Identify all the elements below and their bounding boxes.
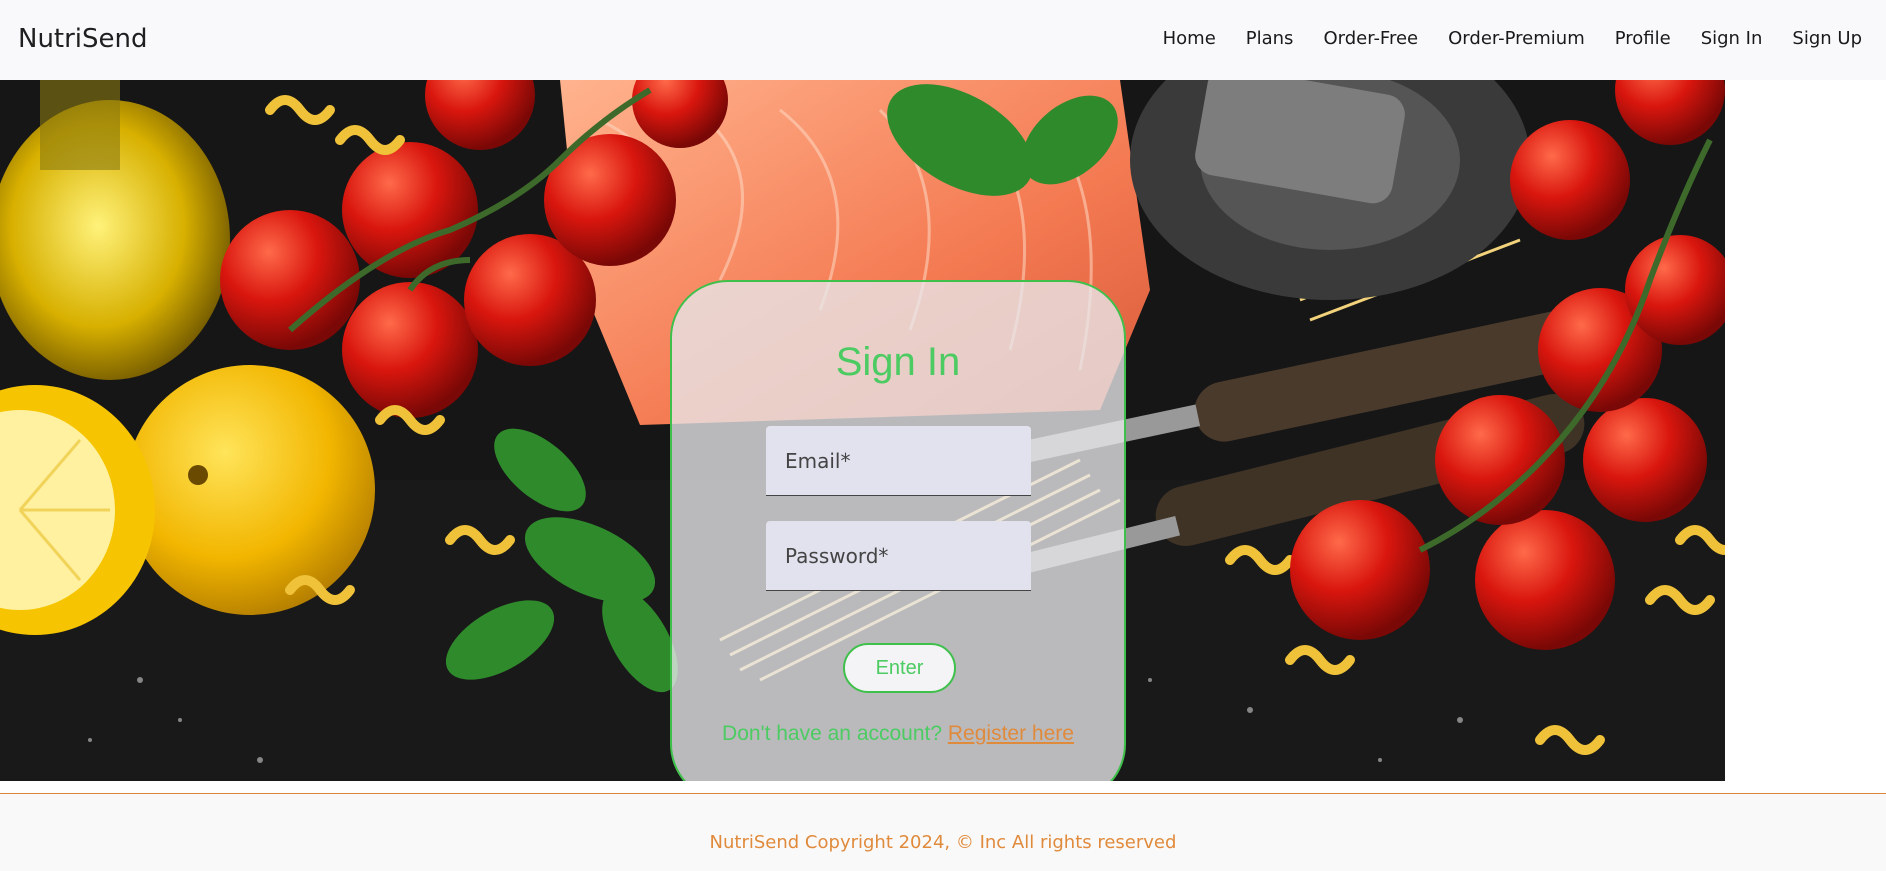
sign-in-title: Sign In: [835, 340, 961, 384]
sign-in-card: Sign In Enter Don't have an account? Reg…: [670, 280, 1126, 781]
nav-sign-in[interactable]: Sign In: [1701, 28, 1763, 49]
email-input[interactable]: [766, 426, 1031, 495]
register-link[interactable]: Register here: [948, 722, 1074, 745]
nav-sign-up[interactable]: Sign Up: [1792, 28, 1862, 49]
hero-food-image: Sign In Enter Don't have an account? Reg…: [0, 80, 1725, 781]
brand-logo[interactable]: NutriSend: [18, 24, 148, 54]
nav-profile[interactable]: Profile: [1615, 28, 1671, 49]
footer-copyright: NutriSend Copyright 2024, © Inc All righ…: [709, 832, 1177, 853]
main-nav: Home Plans Order-Free Order-Premium Prof…: [1163, 28, 1862, 49]
nav-order-premium[interactable]: Order-Premium: [1448, 28, 1585, 49]
nav-plans[interactable]: Plans: [1246, 28, 1294, 49]
nav-home[interactable]: Home: [1163, 28, 1216, 49]
footer: NutriSend Copyright 2024, © Inc All righ…: [0, 793, 1886, 871]
email-field-wrapper: [766, 426, 1031, 496]
enter-button[interactable]: Enter: [843, 643, 956, 693]
password-input[interactable]: [766, 521, 1031, 590]
register-prompt: Don't have an account? Register here: [672, 722, 1124, 746]
top-navbar: NutriSend Home Plans Order-Free Order-Pr…: [0, 0, 1886, 80]
nav-order-free[interactable]: Order-Free: [1323, 28, 1418, 49]
password-field-wrapper: [766, 521, 1031, 591]
register-prompt-text: Don't have an account?: [722, 722, 943, 745]
